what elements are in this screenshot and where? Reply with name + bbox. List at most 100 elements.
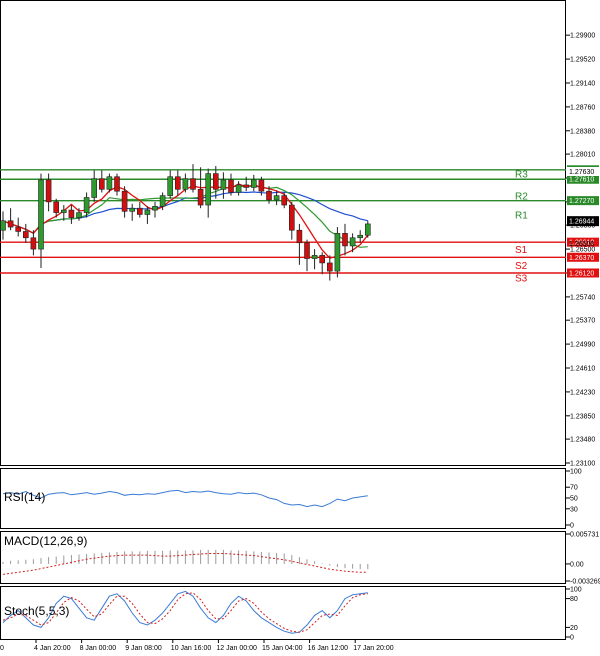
candle	[175, 170, 181, 196]
candle-body	[38, 179, 44, 250]
y-tick-label: 100	[570, 587, 582, 594]
candle	[152, 201, 158, 218]
rsi-label: RSI(14)	[4, 490, 45, 504]
candle	[7, 208, 14, 231]
candle-body	[220, 179, 227, 190]
x-tick-label: 9 Jan 08:00	[125, 645, 162, 652]
candle-body	[60, 209, 67, 213]
candle	[220, 172, 227, 199]
y-tick-label: 1.24230	[570, 389, 595, 396]
y-tick-label: 1.25740	[570, 294, 595, 301]
stoch-panel-frame	[0, 586, 566, 640]
rsi-panel: 100 70 50 30 0 RSI(14)	[2, 469, 582, 530]
candle	[326, 255, 333, 281]
candle	[182, 173, 189, 193]
candle-body	[304, 242, 310, 259]
main-panel-frame	[0, 0, 566, 466]
y-tick-label: 80	[570, 596, 578, 603]
candle	[22, 223, 29, 243]
candle	[205, 168, 211, 218]
level-name: S3	[515, 273, 528, 284]
candle-body	[334, 233, 341, 272]
main-y-axis: 1.29900 1.29520 1.29140 1.28760 1.28380 1.280…	[566, 33, 595, 468]
candle	[235, 181, 242, 196]
candle-body	[30, 237, 37, 250]
top-readout: 1.27630	[569, 169, 594, 176]
candle-body	[182, 178, 189, 190]
candle	[342, 223, 348, 256]
y-tick-label: 1.29520	[570, 57, 595, 64]
price-readout: 1.26500	[569, 241, 594, 248]
candle-body	[0, 220, 6, 231]
candle-body	[342, 233, 348, 247]
y-tick-label: 0.00	[570, 561, 584, 568]
candle	[281, 192, 288, 209]
candle-body	[228, 179, 234, 193]
level-tag-text: 1.26120	[569, 270, 594, 277]
candle	[334, 227, 341, 278]
candle-body	[159, 195, 166, 207]
stoch-y-axis: 100 80 20 0	[566, 587, 582, 642]
candle	[15, 217, 21, 237]
candle-body	[258, 179, 265, 192]
rsi-line	[2, 489, 368, 508]
y-tick-label: 1.29900	[570, 33, 595, 40]
y-tick-label: 1.23850	[570, 413, 595, 420]
y-tick-label: 70	[570, 485, 578, 492]
candle-body	[205, 173, 211, 206]
candle-body	[296, 229, 303, 244]
level-name: S1	[515, 245, 528, 256]
candle-body	[7, 220, 14, 228]
candle	[190, 164, 196, 193]
x-tick-first: 0	[0, 645, 4, 652]
candle	[364, 220, 371, 238]
y-tick-label: 30	[570, 506, 578, 513]
candle	[137, 201, 143, 218]
moving-average-green	[2, 185, 368, 248]
level-tag-text: 1.26370	[569, 255, 594, 262]
candle	[167, 170, 173, 199]
x-tick-label: 8 Jan 00:00	[80, 645, 117, 652]
candle-body	[190, 178, 196, 190]
y-tick-label: 1.29140	[570, 80, 595, 87]
candle	[38, 173, 44, 268]
candle	[213, 166, 219, 199]
rsi-y-axis: 100 70 50 30 0	[566, 469, 582, 530]
x-tick-label: 17 Jan 20:00	[353, 645, 394, 652]
candle-body	[15, 226, 21, 232]
candle	[91, 170, 97, 202]
y-tick-label: 1.23100	[570, 461, 595, 468]
candle-body	[319, 255, 326, 264]
y-tick-label: 1.28760	[570, 104, 595, 111]
candle	[0, 211, 6, 240]
macd-label: MACD(12,26,9)	[4, 534, 87, 548]
candle-body	[251, 179, 257, 188]
main-price-panel: 1.29900 1.29520 1.29140 1.28760 1.28380 1.280…	[0, 33, 599, 468]
candle-body	[273, 195, 280, 201]
x-tick-label: 10 Jan 16:00	[171, 645, 212, 652]
level-name: R2	[515, 192, 528, 203]
y-tick-label: 1.25370	[570, 318, 595, 325]
stoch-panel: 100 80 20 0 Stoch(5,5,3)	[2, 587, 582, 642]
chart-root: 1.29900 1.29520 1.29140 1.28760 1.28380 1.280…	[0, 0, 600, 652]
candle	[251, 174, 257, 192]
candle	[311, 249, 318, 270]
y-tick-label: 0.005731	[570, 532, 599, 539]
macd-histogram	[2, 549, 369, 570]
candle-body	[281, 195, 288, 206]
y-tick-label: 0	[570, 635, 574, 642]
macd-y-axis: 0.005731 0.00 -0.003269	[566, 532, 600, 586]
candle-body	[167, 176, 173, 196]
candle	[99, 170, 105, 193]
candle-body	[76, 212, 82, 218]
candles	[0, 164, 371, 281]
candle	[288, 201, 295, 240]
candle-body	[83, 197, 90, 213]
x-axis: 0 4 Jan 20:00 8 Jan 00:00 9 Jan 08:00 10 Ja…	[0, 640, 394, 652]
candle-body	[144, 209, 151, 215]
candle-body	[114, 176, 120, 192]
candle	[129, 203, 135, 221]
candle-body	[91, 178, 97, 198]
candle-body	[137, 207, 143, 215]
candle-body	[288, 204, 295, 231]
